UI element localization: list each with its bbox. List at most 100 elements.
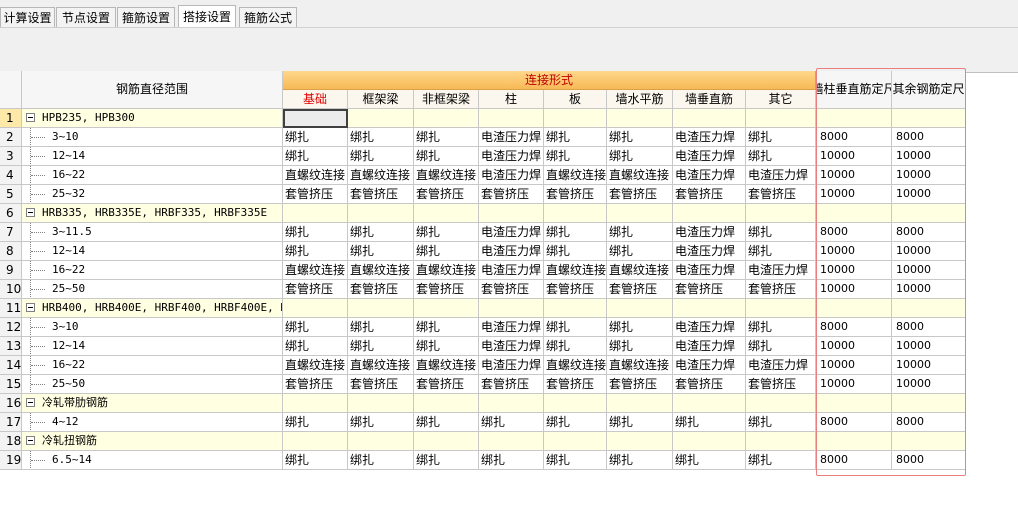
group-row-name[interactable]: HPB235, HPB300 bbox=[22, 109, 283, 128]
group-cell[interactable] bbox=[544, 432, 607, 451]
header-col-8[interactable]: 其它 bbox=[746, 90, 816, 109]
connection-cell[interactable]: 绑扎 bbox=[414, 337, 479, 356]
connection-cell[interactable]: 绑扎 bbox=[414, 318, 479, 337]
group-cell[interactable] bbox=[348, 432, 414, 451]
collapse-icon[interactable] bbox=[26, 113, 35, 122]
collapse-icon[interactable] bbox=[26, 398, 35, 407]
connection-cell[interactable]: 套管挤压 bbox=[479, 280, 544, 299]
group-cell[interactable] bbox=[816, 204, 892, 223]
header-col-6[interactable]: 墙水平筋 bbox=[607, 90, 673, 109]
connection-cell[interactable]: 套管挤压 bbox=[544, 185, 607, 204]
group-cell[interactable] bbox=[414, 204, 479, 223]
connection-cell[interactable]: 电渣压力焊 bbox=[673, 318, 746, 337]
length-cell[interactable]: 8000 bbox=[892, 413, 966, 432]
connection-cell[interactable]: 套管挤压 bbox=[479, 375, 544, 394]
length-cell[interactable]: 10000 bbox=[892, 280, 966, 299]
tab-4[interactable]: 搭接设置 bbox=[178, 5, 236, 27]
group-cell[interactable] bbox=[746, 394, 816, 413]
header-col-2[interactable]: 框架梁 bbox=[348, 90, 414, 109]
connection-cell[interactable]: 套管挤压 bbox=[746, 185, 816, 204]
connection-cell[interactable]: 绑扎 bbox=[746, 318, 816, 337]
group-cell[interactable] bbox=[673, 299, 746, 318]
connection-cell[interactable]: 套管挤压 bbox=[607, 280, 673, 299]
group-cell[interactable] bbox=[414, 109, 479, 128]
group-cell[interactable] bbox=[892, 432, 966, 451]
range-name[interactable]: 6.5~14 bbox=[22, 451, 283, 470]
connection-cell[interactable]: 电渣压力焊 bbox=[673, 356, 746, 375]
group-cell[interactable] bbox=[348, 299, 414, 318]
range-name[interactable]: 25~50 bbox=[22, 375, 283, 394]
header-col-3[interactable]: 非框架梁 bbox=[414, 90, 479, 109]
group-cell[interactable] bbox=[479, 299, 544, 318]
connection-cell[interactable]: 绑扎 bbox=[544, 318, 607, 337]
group-cell[interactable] bbox=[414, 432, 479, 451]
connection-cell[interactable]: 绑扎 bbox=[746, 451, 816, 470]
group-cell[interactable] bbox=[607, 394, 673, 413]
length-cell[interactable]: 10000 bbox=[816, 280, 892, 299]
connection-cell[interactable]: 套管挤压 bbox=[607, 185, 673, 204]
group-cell[interactable] bbox=[348, 204, 414, 223]
group-cell[interactable] bbox=[414, 394, 479, 413]
length-cell[interactable]: 10000 bbox=[816, 147, 892, 166]
connection-cell[interactable]: 电渣压力焊 bbox=[479, 166, 544, 185]
connection-cell[interactable]: 绑扎 bbox=[607, 223, 673, 242]
connection-cell[interactable]: 绑扎 bbox=[544, 413, 607, 432]
connection-cell[interactable]: 绑扎 bbox=[283, 147, 348, 166]
group-cell[interactable] bbox=[479, 204, 544, 223]
header-wall-column-length[interactable]: 墙柱垂直筋定尺 bbox=[816, 71, 892, 109]
length-cell[interactable]: 10000 bbox=[816, 337, 892, 356]
range-name[interactable]: 12~14 bbox=[22, 337, 283, 356]
connection-cell[interactable]: 绑扎 bbox=[607, 147, 673, 166]
tab-1[interactable]: 计算设置 bbox=[0, 7, 55, 27]
connection-cell[interactable]: 绑扎 bbox=[544, 242, 607, 261]
connection-cell[interactable]: 套管挤压 bbox=[544, 375, 607, 394]
connection-cell[interactable]: 电渣压力焊 bbox=[479, 223, 544, 242]
length-cell[interactable]: 8000 bbox=[892, 128, 966, 147]
connection-cell[interactable]: 电渣压力焊 bbox=[673, 223, 746, 242]
connection-cell[interactable]: 电渣压力焊 bbox=[746, 356, 816, 375]
group-cell[interactable] bbox=[607, 109, 673, 128]
length-cell[interactable]: 8000 bbox=[892, 318, 966, 337]
connection-cell[interactable]: 电渣压力焊 bbox=[673, 147, 746, 166]
connection-cell[interactable]: 直螺纹连接 bbox=[544, 356, 607, 375]
connection-cell[interactable]: 直螺纹连接 bbox=[414, 166, 479, 185]
connection-cell[interactable]: 绑扎 bbox=[544, 147, 607, 166]
connection-cell[interactable]: 直螺纹连接 bbox=[283, 261, 348, 280]
connection-cell[interactable]: 绑扎 bbox=[414, 128, 479, 147]
length-cell[interactable]: 10000 bbox=[892, 337, 966, 356]
connection-cell[interactable]: 直螺纹连接 bbox=[414, 261, 479, 280]
range-name[interactable]: 25~50 bbox=[22, 280, 283, 299]
connection-cell[interactable]: 绑扎 bbox=[348, 128, 414, 147]
connection-cell[interactable]: 绑扎 bbox=[746, 337, 816, 356]
connection-cell[interactable]: 绑扎 bbox=[544, 451, 607, 470]
length-cell[interactable]: 8000 bbox=[816, 223, 892, 242]
group-cell[interactable] bbox=[283, 299, 348, 318]
connection-cell[interactable]: 绑扎 bbox=[348, 223, 414, 242]
header-col-1[interactable]: 基础 bbox=[283, 90, 348, 109]
group-cell[interactable] bbox=[816, 394, 892, 413]
connection-cell[interactable]: 绑扎 bbox=[283, 318, 348, 337]
group-cell[interactable] bbox=[816, 432, 892, 451]
connection-cell[interactable]: 绑扎 bbox=[414, 242, 479, 261]
group-cell[interactable] bbox=[479, 432, 544, 451]
group-cell[interactable] bbox=[892, 109, 966, 128]
length-cell[interactable]: 10000 bbox=[816, 375, 892, 394]
length-cell[interactable]: 10000 bbox=[892, 375, 966, 394]
connection-cell[interactable]: 套管挤压 bbox=[673, 375, 746, 394]
header-col-4[interactable]: 柱 bbox=[479, 90, 544, 109]
connection-cell[interactable]: 绑扎 bbox=[746, 242, 816, 261]
connection-cell[interactable]: 直螺纹连接 bbox=[348, 356, 414, 375]
group-cell[interactable] bbox=[892, 204, 966, 223]
collapse-icon[interactable] bbox=[26, 303, 35, 312]
group-cell[interactable] bbox=[746, 109, 816, 128]
group-cell[interactable] bbox=[283, 394, 348, 413]
connection-cell[interactable]: 套管挤压 bbox=[414, 280, 479, 299]
connection-cell[interactable]: 绑扎 bbox=[414, 147, 479, 166]
group-cell[interactable] bbox=[816, 109, 892, 128]
group-cell[interactable] bbox=[414, 299, 479, 318]
connection-cell[interactable]: 绑扎 bbox=[283, 242, 348, 261]
connection-cell[interactable]: 套管挤压 bbox=[544, 280, 607, 299]
group-cell[interactable] bbox=[673, 204, 746, 223]
group-cell[interactable] bbox=[544, 299, 607, 318]
connection-cell[interactable]: 绑扎 bbox=[544, 223, 607, 242]
